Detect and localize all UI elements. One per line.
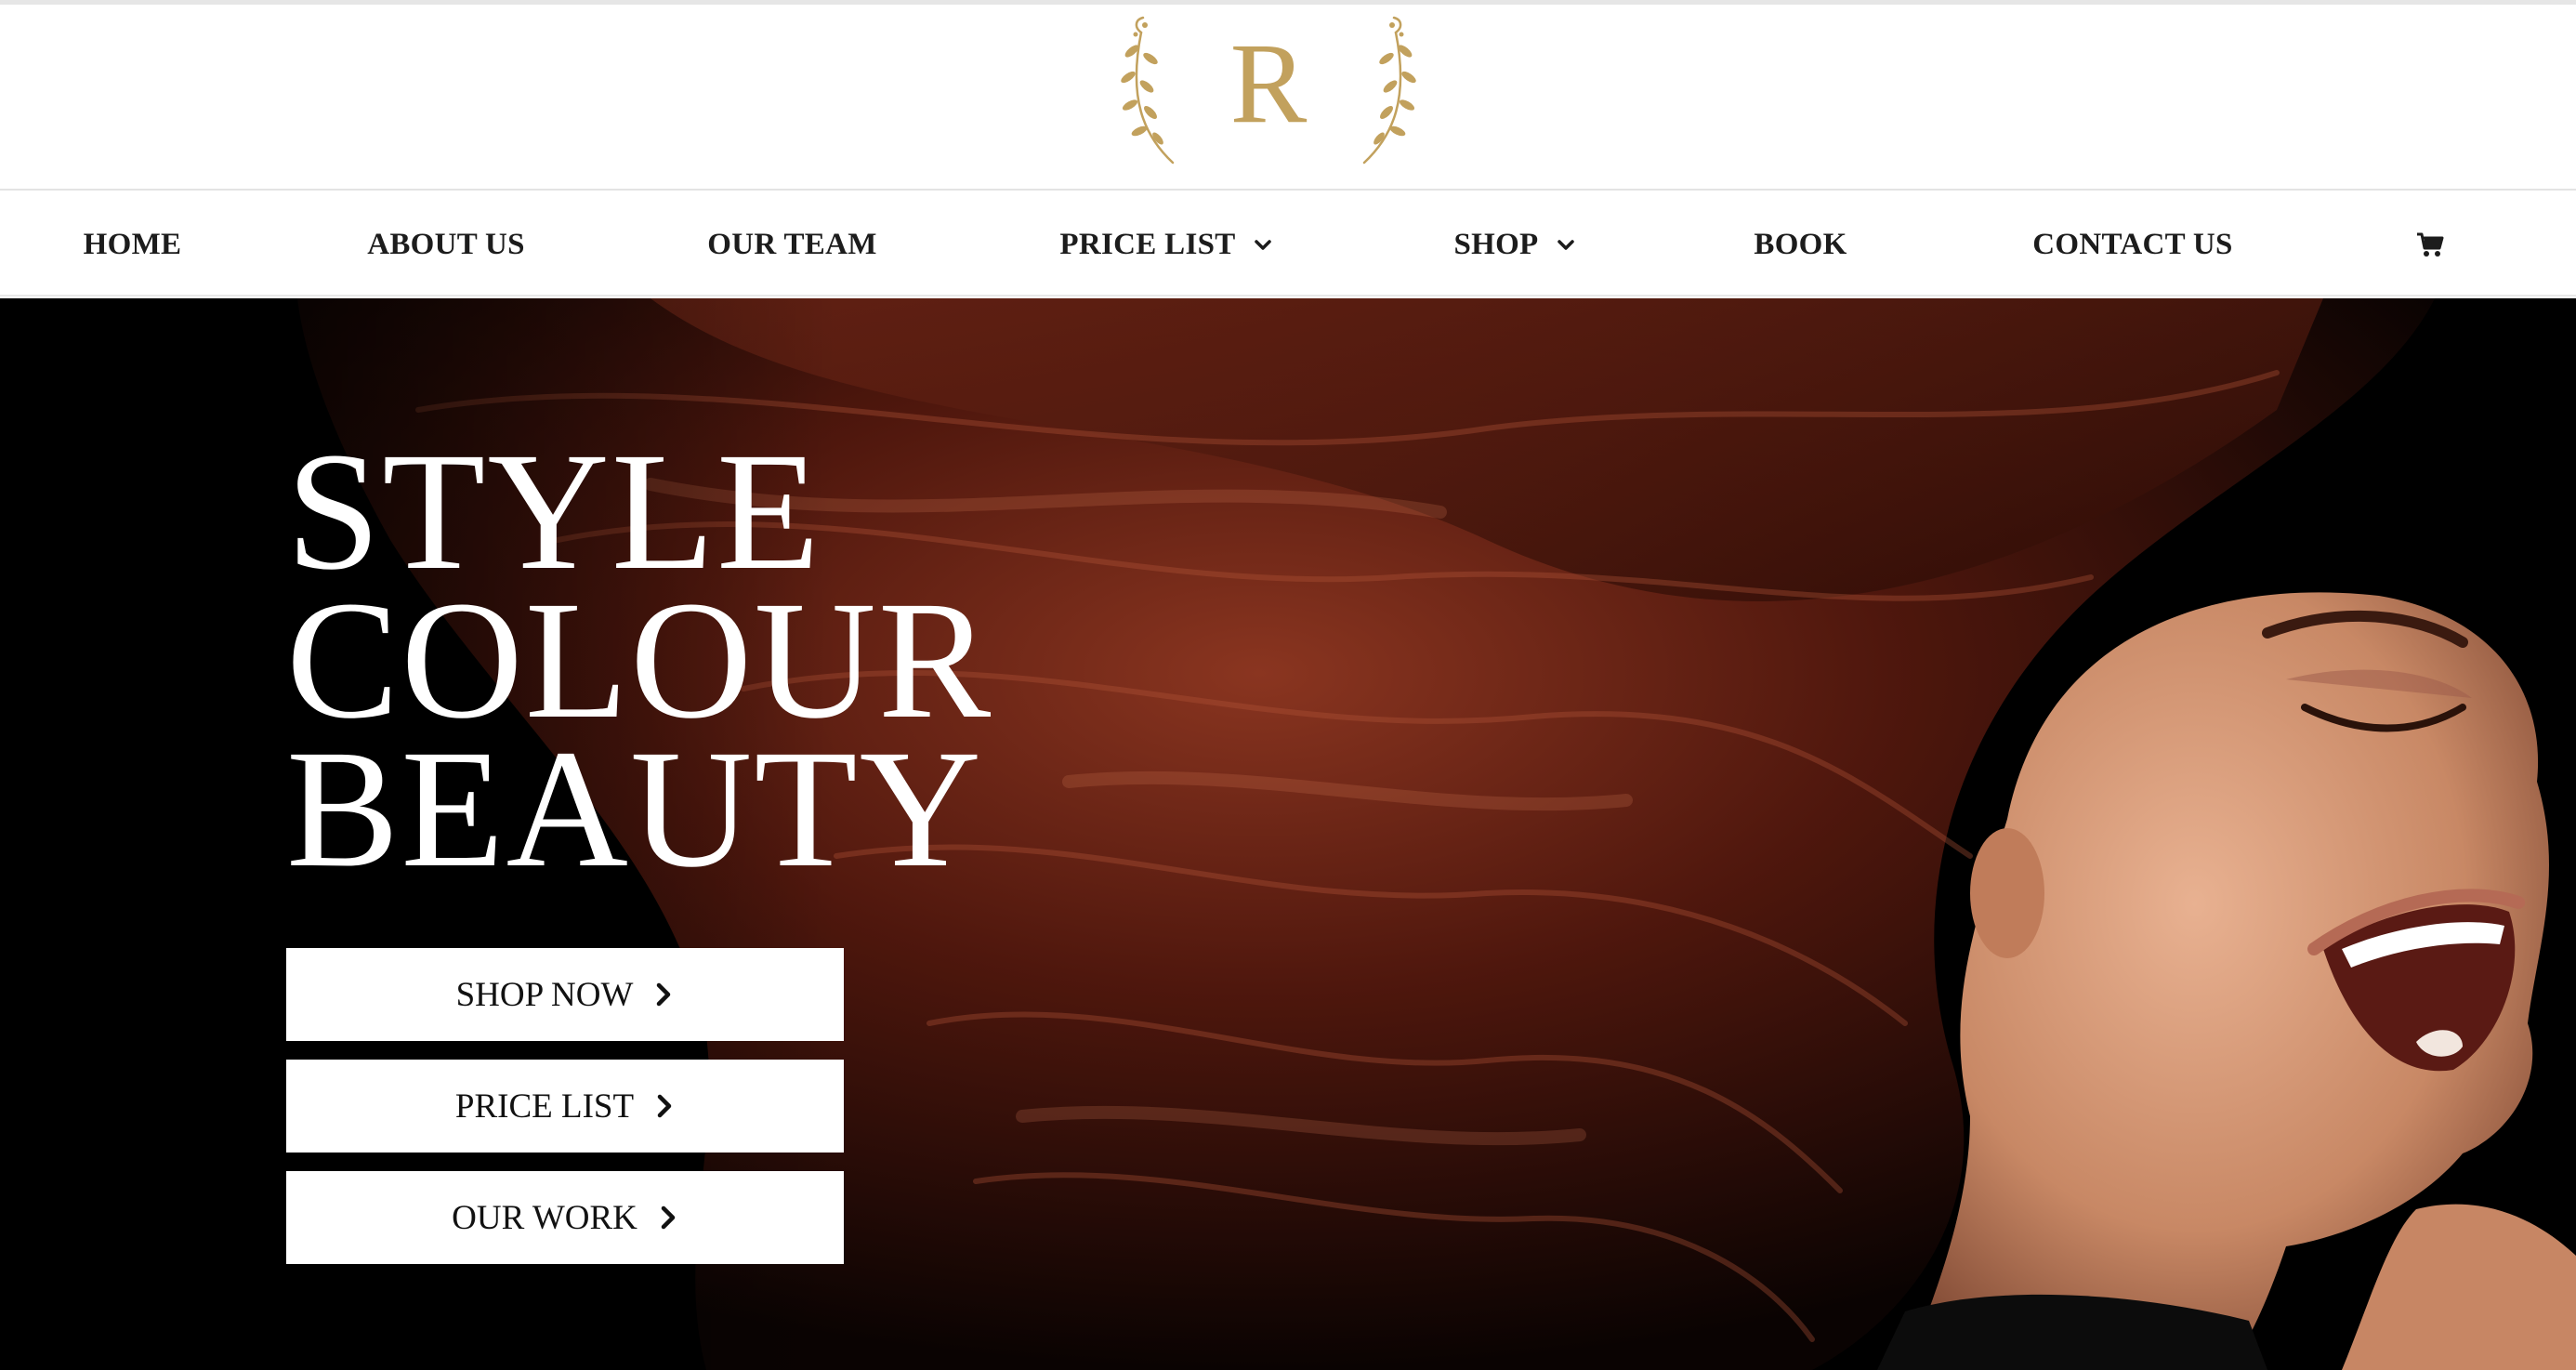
hero-banner: STYLE COLOUR BEAUTY SHOP NOW PRICE LIST … xyxy=(0,298,2576,1370)
shop-now-label: SHOP NOW xyxy=(455,975,634,1014)
laurel-right-icon xyxy=(1362,16,1416,165)
nav-our-team[interactable]: OUR TEAM xyxy=(692,192,892,296)
nav-shop[interactable]: SHOP xyxy=(1436,192,1594,296)
our-work-label: OUR WORK xyxy=(452,1198,637,1237)
nav-book-label: BOOK xyxy=(1754,227,1847,261)
main-nav: HOME ABOUT US OUR TEAM PRICE LIST SHOP B… xyxy=(0,192,2576,296)
nav-price-list[interactable]: PRICE LIST xyxy=(1050,192,1282,296)
nav-book[interactable]: BOOK xyxy=(1738,192,1863,296)
hero-title-line: BEAUTY xyxy=(286,716,984,902)
chevron-right-icon xyxy=(657,1094,672,1118)
chevron-down-icon xyxy=(1557,240,1574,250)
nav-contact-us-label: CONTACT US xyxy=(2032,227,2233,261)
nav-shop-label: SHOP xyxy=(1453,227,1539,261)
hero-title-line: STYLE xyxy=(286,418,822,605)
shopping-cart-icon xyxy=(2417,232,2444,257)
hero-title: STYLE COLOUR BEAUTY xyxy=(286,418,993,902)
hero-title-line: COLOUR xyxy=(286,567,993,754)
chevron-down-icon xyxy=(1254,240,1271,250)
price-list-label: PRICE LIST xyxy=(454,1087,635,1126)
our-work-button[interactable]: OUR WORK xyxy=(286,1171,844,1264)
nav-about-us-label: ABOUT US xyxy=(367,227,525,261)
site-logo[interactable]: R xyxy=(1115,14,1422,172)
logo-header: R xyxy=(0,5,2576,191)
price-list-button[interactable]: PRICE LIST xyxy=(286,1060,844,1153)
chevron-right-icon xyxy=(661,1205,676,1230)
nav-our-team-label: OUR TEAM xyxy=(707,227,877,261)
nav-home[interactable]: HOME xyxy=(56,192,209,296)
nav-contact-us[interactable]: CONTACT US xyxy=(2017,192,2249,296)
nav-about-us[interactable]: ABOUT US xyxy=(348,192,544,296)
page: R HOME ABOUT US OUR TEAM PRICE LIST SHOP… xyxy=(0,0,2576,1370)
cart-button[interactable] xyxy=(2398,192,2463,296)
chevron-right-icon xyxy=(657,982,671,1007)
nav-home-label: HOME xyxy=(83,227,182,261)
shop-now-button[interactable]: SHOP NOW xyxy=(286,948,844,1041)
nav-price-list-label: PRICE LIST xyxy=(1059,227,1236,261)
